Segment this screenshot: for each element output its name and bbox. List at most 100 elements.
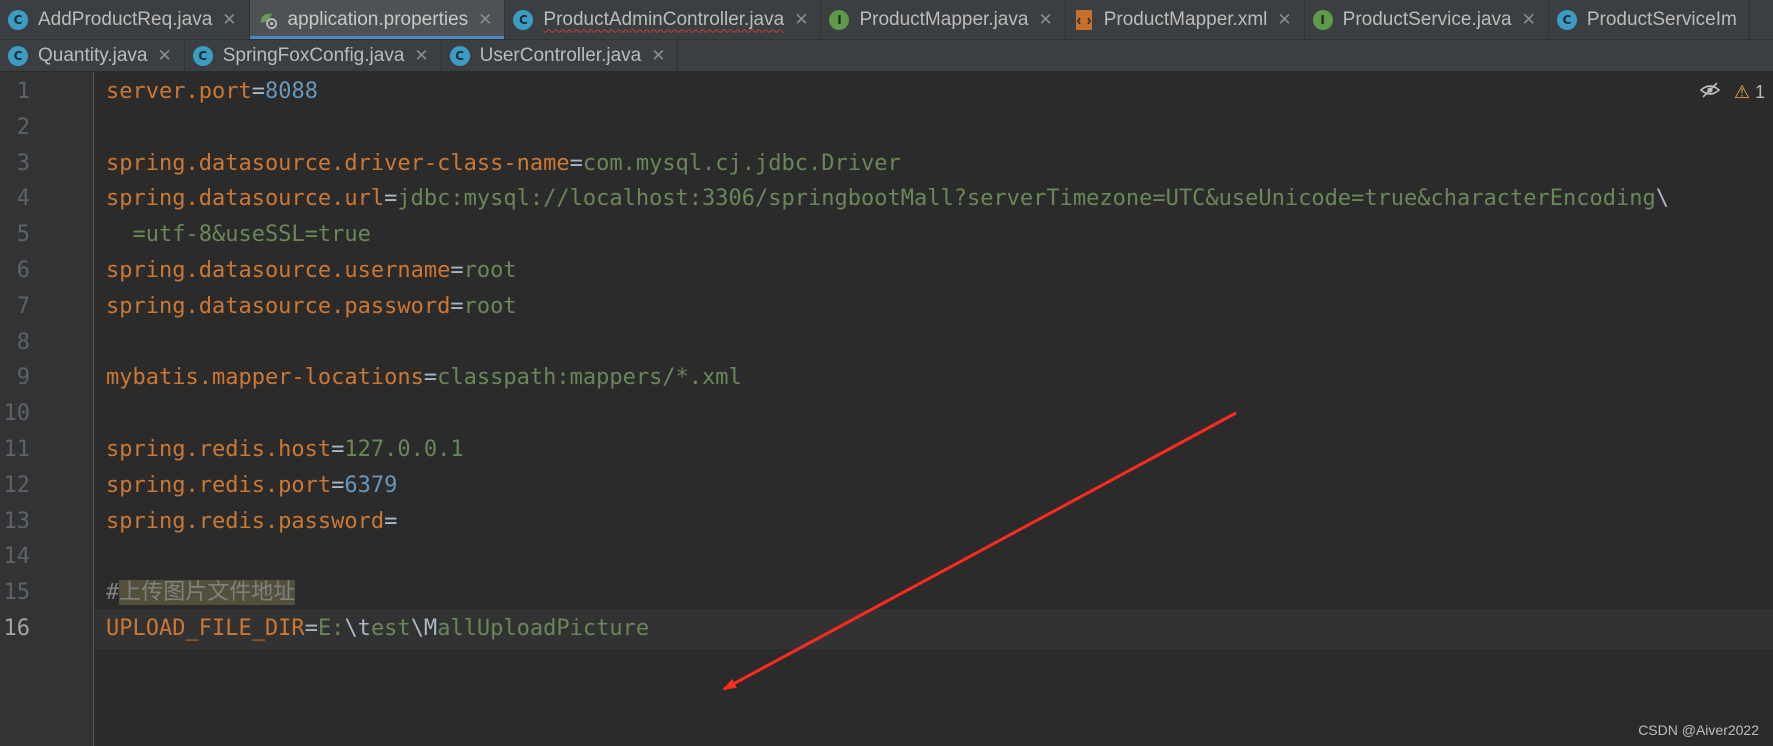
tab-label: UserController.java [479,44,642,66]
class-icon: C [513,9,534,30]
equals-sign: = [450,258,464,283]
xml-file-icon [1074,9,1094,30]
equals-sign: = [304,616,318,641]
code-line[interactable]: UPLOAD_FILE_DIR=E:\test\MallUploadPictur… [106,609,649,649]
tab-label: AddProductReq.java [38,8,213,30]
editor-tab[interactable]: C ProductServiceIm [1549,0,1750,39]
property-value: root [463,293,517,319]
property-value: classpath:mappers/*.xml [437,365,742,391]
line-number: 9 [16,365,30,391]
reader-mode-icon[interactable] [1699,82,1721,103]
property-value: 8088 [264,79,318,104]
property-value-continuation: =utf-8&useSSL=true [106,222,371,248]
properties-file-icon [258,10,278,30]
equals-sign: = [251,79,265,104]
close-icon[interactable]: ✕ [222,10,236,30]
equals-sign: = [331,472,345,498]
line-number: 6 [16,258,30,283]
equals-sign: = [423,365,438,391]
editor-tab[interactable]: C ProductAdminController.java ✕ [505,0,822,39]
code-line[interactable]: spring.redis.port=6379 [106,466,397,506]
property-value: com.mysql.cj.jdbc.Driver [582,150,901,176]
watermark: CSDN @Aiver2022 [1638,722,1759,738]
code-line[interactable]: server.port=8088 [106,72,318,112]
equals-sign: = [384,186,398,212]
line-number: 1 [16,79,30,104]
inspection-widget[interactable]: ⚠ 1 [1699,82,1765,103]
close-icon[interactable]: ✕ [478,10,492,30]
line-number: 3 [16,150,30,176]
property-key: spring.datasource.url [106,186,385,212]
line-number: 14 [3,544,31,570]
line-number: 12 [3,472,31,498]
code-line[interactable]: mybatis.mapper-locations=classpath:mappe… [106,358,742,398]
interface-icon: I [829,9,850,30]
property-value-part: \t [344,616,371,641]
code-line[interactable]: spring.datasource.username=root [106,251,517,291]
comment-hash: # [106,580,120,606]
code-editor[interactable]: 1 2 3 4 5 6 7 8 9 10 11 12 13 14 15 16 ⚠ 1 server.port=… [0,72,1773,746]
tab-label: ProductService.java [1342,8,1512,30]
property-key: server.port [106,79,252,104]
equals-sign: = [450,293,464,319]
editor-tabs-row-2: C Quantity.java ✕ C SpringFoxConfig.java ✕ C Us… [0,40,1773,72]
close-icon[interactable]: ✕ [794,10,808,30]
property-key: spring.redis.password [106,508,385,534]
warning-indicator[interactable]: ⚠ 1 [1734,82,1765,103]
editor-tab[interactable]: C SpringFoxConfig.java ✕ [185,40,442,71]
code-line[interactable]: spring.redis.host=127.0.0.1 [106,430,464,470]
line-continuation: \ [1655,186,1669,212]
line-number: 13 [3,508,31,534]
editor-tab[interactable]: C AddProductReq.java ✕ [0,0,250,39]
property-key: UPLOAD_FILE_DIR [106,616,305,641]
code-line[interactable]: spring.redis.password= [106,502,397,542]
editor-tab[interactable]: C UserController.java ✕ [442,40,679,71]
property-value-part: E: [317,616,345,641]
tab-label: ProductMapper.xml [1103,8,1268,30]
line-number: 5 [16,222,30,248]
class-icon: C [8,9,28,30]
tab-label: ProductMapper.java [859,8,1029,30]
code-line[interactable]: spring.datasource.password=root [106,287,517,327]
close-icon[interactable]: ✕ [157,46,171,66]
code-line[interactable]: #上传图片文件地址 [106,573,296,613]
property-value: 127.0.0.1 [344,437,464,462]
tab-label: application.properties [287,8,469,30]
editor-tab[interactable]: ProductMapper.xml ✕ [1066,0,1305,39]
tab-label: ProductServiceIm [1586,8,1737,30]
editor-tab[interactable]: I ProductMapper.java ✕ [821,0,1066,39]
equals-sign: = [384,508,398,534]
code-line[interactable]: spring.datasource.driver-class-name=com.… [106,144,901,184]
tab-label: ProductAdminController.java [543,8,785,30]
property-value-part: est [370,616,411,641]
line-number: 8 [16,329,30,355]
line-number: 7 [16,293,30,319]
close-icon[interactable]: ✕ [414,46,428,66]
close-icon[interactable]: ✕ [651,46,665,66]
warning-count: 1 [1754,82,1765,102]
tab-label: SpringFoxConfig.java [222,44,405,66]
line-number: 16 [3,616,31,641]
comment-text: 上传图片文件地址 [119,580,296,606]
property-key: spring.datasource.username [106,258,451,283]
line-number: 10 [3,401,31,427]
line-number: 2 [16,114,30,140]
close-icon[interactable]: ✕ [1038,10,1052,30]
class-icon: C [8,45,28,66]
code-line[interactable]: spring.datasource.url=jdbc:mysql://local… [106,179,1669,219]
line-number: 4 [16,186,30,212]
line-number-gutter[interactable]: 1 2 3 4 5 6 7 8 9 10 11 12 13 14 15 16 [0,72,94,746]
property-key: spring.datasource.password [106,293,451,319]
property-key: spring.redis.host [106,437,332,462]
editor-tab[interactable]: C Quantity.java ✕ [0,40,185,71]
editor-tab[interactable]: application.properties ✕ [249,0,506,39]
code-line[interactable]: =utf-8&useSSL=true [106,215,371,255]
line-number: 11 [3,437,31,462]
class-icon: C [1556,9,1577,30]
close-icon[interactable]: ✕ [1522,10,1536,30]
line-number: 15 [3,580,31,606]
property-key: mybatis.mapper-locations [106,365,424,391]
close-icon[interactable]: ✕ [1277,10,1291,30]
editor-tab[interactable]: I ProductService.java ✕ [1305,0,1549,39]
property-value-part: allUploadPicture [437,616,650,641]
